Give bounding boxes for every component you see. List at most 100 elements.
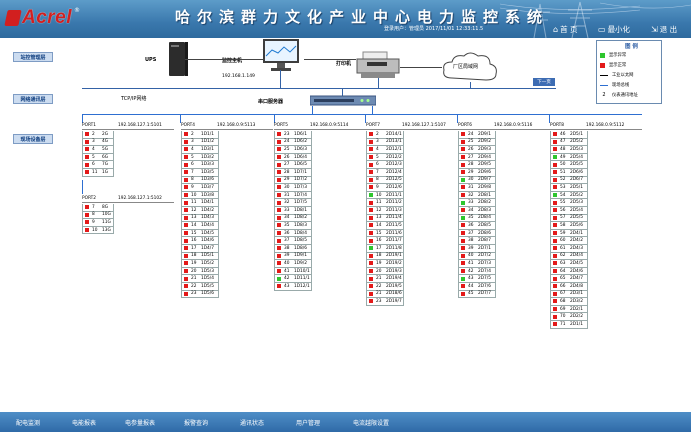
meter-row[interactable]: 9 1D3/7 xyxy=(181,184,219,192)
meter-row[interactable]: 65 2D4/7 xyxy=(550,275,588,283)
meter-row[interactable]: 27 1D6/5 xyxy=(274,161,312,169)
meter-row[interactable]: 70 2D2/2 xyxy=(550,313,588,321)
meter-row[interactable]: 26 1D6/4 xyxy=(274,153,312,162)
meter-row[interactable]: 9 2D12/6 xyxy=(366,184,404,192)
nav-item[interactable]: 电能报表 xyxy=(56,412,112,432)
meter-row[interactable]: 3 4G xyxy=(82,138,114,147)
meter-row[interactable]: 40 1D9/2 xyxy=(274,260,312,268)
meter-row[interactable]: 42 2D7/4 xyxy=(458,267,496,276)
meter-row[interactable]: 21 2D18/6 xyxy=(366,290,404,299)
meter-row[interactable]: 22 2D19/5 xyxy=(366,283,404,291)
meter-row[interactable]: 3 1D1/2 xyxy=(181,138,219,147)
meter-row[interactable]: 23 1D6/1 xyxy=(274,131,312,139)
nav-item[interactable]: 电参量报表 xyxy=(112,412,168,432)
meter-row[interactable]: 43 1D12/1 xyxy=(274,283,312,291)
meter-row[interactable]: 13 2D11/4 xyxy=(366,214,404,223)
meter-row[interactable]: 50 2D5/5 xyxy=(550,161,588,169)
meter-row[interactable]: 11 1G xyxy=(82,169,114,177)
meter-row[interactable]: 26 2D9/3 xyxy=(458,146,496,154)
meter-row[interactable]: 40 2D7/2 xyxy=(458,252,496,261)
meter-row[interactable]: 8 2D12/5 xyxy=(366,176,404,185)
nav-item[interactable]: 报警查询 xyxy=(168,412,224,432)
meter-row[interactable]: 6 2D12/3 xyxy=(366,161,404,169)
meter-row[interactable]: 39 1D9/1 xyxy=(274,252,312,261)
meter-row[interactable]: 4 1D3/1 xyxy=(181,146,219,154)
meter-row[interactable]: 22 1D5/5 xyxy=(181,283,219,291)
meter-row[interactable]: 31 2D9/8 xyxy=(458,184,496,192)
meter-row[interactable]: 39 2D7/1 xyxy=(458,245,496,253)
meter-row[interactable]: 32 1D7/5 xyxy=(274,199,312,207)
meter-row[interactable]: 15 2D11/6 xyxy=(366,229,404,238)
meter-row[interactable]: 8 1D3/6 xyxy=(181,176,219,185)
nav-item[interactable]: 用户管理 xyxy=(280,412,336,432)
home-button[interactable]: ⌂ 首 页 xyxy=(553,23,577,35)
meter-row[interactable]: 45 2D7/7 xyxy=(458,290,496,299)
meter-row[interactable]: 21 2D19/4 xyxy=(366,275,404,283)
meter-row[interactable]: 17 2D11/8 xyxy=(366,245,404,253)
meter-row[interactable]: 12 2D11/3 xyxy=(366,207,404,215)
meter-row[interactable]: 7 2D12/4 xyxy=(366,169,404,177)
meter-row[interactable]: 25 2D9/2 xyxy=(458,138,496,147)
meter-row[interactable]: 10 13G xyxy=(82,226,114,235)
meter-row[interactable]: 35 2D8/4 xyxy=(458,214,496,223)
meter-row[interactable]: 24 2D9/1 xyxy=(458,131,496,139)
meter-row[interactable]: 7 8G xyxy=(82,204,114,212)
exit-button[interactable]: ⇲ 退 出 xyxy=(651,23,677,35)
meter-row[interactable]: 69 2D2/1 xyxy=(550,305,588,314)
meter-row[interactable]: 71 2D1/1 xyxy=(550,321,588,329)
meter-row[interactable]: 20 2D19/3 xyxy=(366,267,404,276)
meter-row[interactable]: 35 1D8/3 xyxy=(274,222,312,230)
meter-row[interactable]: 4 5G xyxy=(82,146,114,154)
meter-row[interactable]: 25 1D6/3 xyxy=(274,146,312,154)
meter-row[interactable]: 63 2D4/5 xyxy=(550,260,588,268)
meter-row[interactable]: 10 1D3/8 xyxy=(181,191,219,200)
meter-row[interactable]: 34 1D8/2 xyxy=(274,214,312,223)
meter-row[interactable]: 54 2D5/2 xyxy=(550,191,588,200)
meter-row[interactable]: 5 6G xyxy=(82,153,114,162)
meter-row[interactable]: 2 2D14/1 xyxy=(366,131,404,139)
meter-row[interactable]: 27 2D9/4 xyxy=(458,153,496,162)
meter-row[interactable]: 67 2D3/1 xyxy=(550,290,588,299)
meter-row[interactable]: 13 1D4/3 xyxy=(181,214,219,223)
meter-row[interactable]: 33 2D8/2 xyxy=(458,199,496,207)
meter-row[interactable]: 44 2D7/6 xyxy=(458,283,496,291)
meter-row[interactable]: 6 7G xyxy=(82,161,114,169)
nav-item[interactable]: 配电监测 xyxy=(0,412,56,432)
meter-row[interactable]: 43 2D7/5 xyxy=(458,275,496,283)
meter-row[interactable]: 9 11G xyxy=(82,219,114,227)
meter-row[interactable]: 17 1D4/7 xyxy=(181,245,219,253)
meter-row[interactable]: 6 1D3/3 xyxy=(181,161,219,169)
meter-row[interactable]: 5 1D3/2 xyxy=(181,153,219,162)
meter-row[interactable]: 18 2D19/1 xyxy=(366,252,404,261)
meter-row[interactable]: 37 2D8/6 xyxy=(458,229,496,238)
meter-row[interactable]: 62 2D4/4 xyxy=(550,252,588,261)
meter-row[interactable]: 2 2G xyxy=(82,131,114,139)
meter-row[interactable]: 28 2D9/5 xyxy=(458,161,496,169)
meter-row[interactable]: 48 2D5/3 xyxy=(550,146,588,154)
meter-row[interactable]: 31 1D7/4 xyxy=(274,191,312,200)
meter-row[interactable]: 53 2D5/1 xyxy=(550,184,588,192)
meter-row[interactable]: 30 2D9/7 xyxy=(458,176,496,185)
meter-row[interactable]: 36 1D8/4 xyxy=(274,229,312,238)
meter-row[interactable]: 11 2D11/2 xyxy=(366,199,404,207)
meter-row[interactable]: 11 1D4/1 xyxy=(181,199,219,207)
meter-row[interactable]: 3 2D13/1 xyxy=(366,138,404,147)
meter-row[interactable]: 24 1D6/2 xyxy=(274,138,312,147)
meter-row[interactable]: 10 2D11/1 xyxy=(366,191,404,200)
meter-row[interactable]: 49 2D5/4 xyxy=(550,153,588,162)
meter-row[interactable]: 41 1D10/1 xyxy=(274,267,312,276)
meter-row[interactable]: 5 2D12/2 xyxy=(366,153,404,162)
meter-row[interactable]: 14 1D4/4 xyxy=(181,222,219,230)
meter-row[interactable]: 12 1D4/2 xyxy=(181,207,219,215)
meter-row[interactable]: 15 1D4/5 xyxy=(181,229,219,238)
meter-row[interactable]: 64 2D4/6 xyxy=(550,267,588,276)
meter-row[interactable]: 52 2D6/7 xyxy=(550,176,588,185)
meter-row[interactable]: 47 2D5/2 xyxy=(550,138,588,147)
meter-row[interactable]: 60 2D4/2 xyxy=(550,237,588,245)
next-page-button[interactable]: 下一页 xyxy=(533,78,555,86)
meter-row[interactable]: 20 1D5/3 xyxy=(181,267,219,276)
meter-row[interactable]: 56 2D5/4 xyxy=(550,207,588,215)
meter-row[interactable]: 16 1D4/6 xyxy=(181,237,219,245)
meter-row[interactable]: 16 2D11/7 xyxy=(366,237,404,245)
meter-row[interactable]: 38 2D8/7 xyxy=(458,237,496,245)
